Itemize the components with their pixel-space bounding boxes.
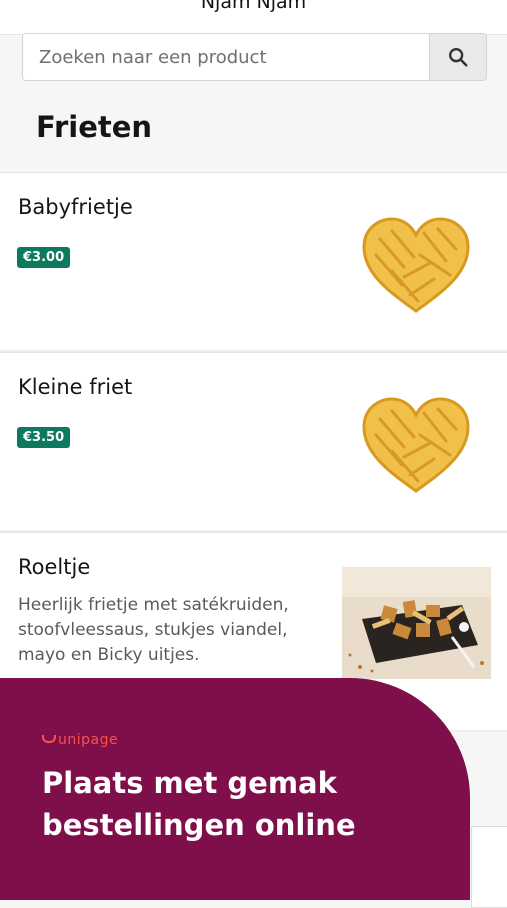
product-name: Kleine friet (18, 375, 133, 399)
product-list: Babyfrietje €3.00 Kleine friet €3.50 Roe… (0, 172, 507, 732)
search-input[interactable] (23, 34, 429, 80)
product-name: Babyfrietje (18, 195, 133, 219)
heart-fries-image (362, 397, 470, 493)
search-icon (449, 48, 468, 67)
brand-name: unipage (58, 732, 119, 748)
top-bar: Njam Njam (0, 0, 507, 35)
search-button[interactable] (429, 34, 486, 80)
product-description: Heerlijk frietje met satékruiden, stoofv… (18, 595, 289, 665)
product-name: Roeltje (18, 555, 91, 579)
promo-banner[interactable]: unipage Plaats met gemak bestellingen on… (0, 678, 470, 900)
category-title: Frieten (36, 110, 153, 144)
next-product-card-edge (471, 826, 507, 908)
promo-text: Plaats met gemak bestellingen online (42, 766, 356, 842)
product-card-kleine-friet[interactable]: Kleine friet €3.50 (0, 352, 507, 532)
product-card-babyfrietje[interactable]: Babyfrietje €3.00 (0, 172, 507, 352)
fries-tray-photo (342, 567, 491, 679)
brand-mark-icon (42, 735, 56, 743)
price-badge: €3.50 (17, 427, 71, 448)
heart-fries-image (362, 217, 470, 313)
brand-logo: unipage (42, 732, 118, 748)
price-badge: €3.00 (17, 247, 71, 268)
search-bar (22, 33, 487, 81)
shop-name: Njam Njam (200, 0, 307, 13)
